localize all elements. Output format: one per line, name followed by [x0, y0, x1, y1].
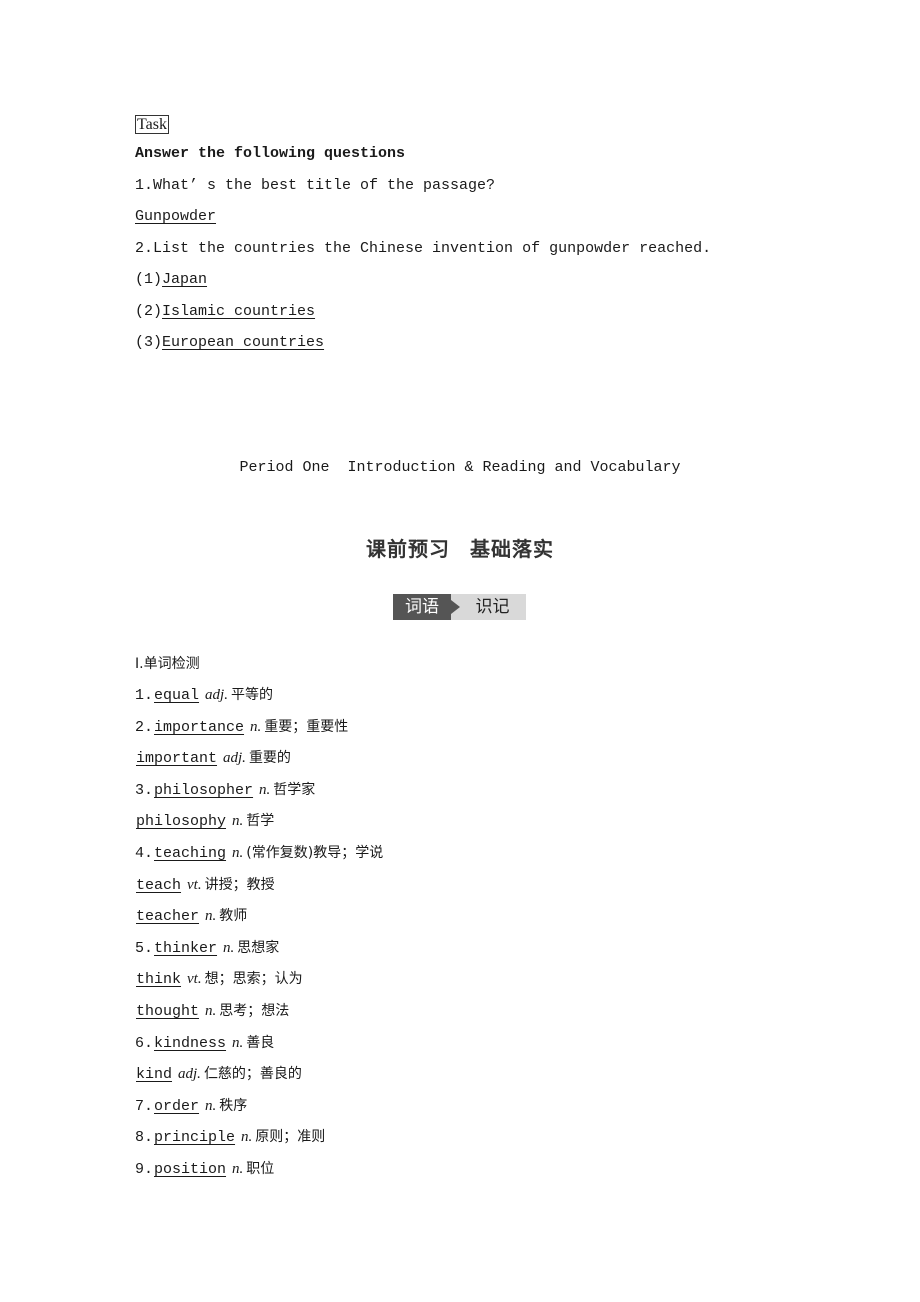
vocab-pos: adj. [205, 687, 228, 703]
vocab-pos: n. [232, 813, 244, 829]
vocab-number: 8. [135, 1129, 154, 1146]
vocab-item: 5.thinker n. 思想家 [135, 938, 279, 959]
vocab-meaning: 思考；想法 [219, 1003, 290, 1019]
vocab-number: 1. [135, 687, 154, 704]
vocab-number: 6. [135, 1035, 154, 1052]
vocab-heading: Ⅰ.单词检测 [135, 656, 200, 672]
answer-2-value: European countries [162, 334, 325, 351]
vocab-badge: 词语 识记 [393, 594, 526, 620]
vocab-meaning: 原则；准则 [255, 1129, 326, 1145]
vocab-item: kind adj. 仁慈的；善良的 [135, 1064, 302, 1085]
vocab-item: 9.position n. 职位 [135, 1159, 274, 1180]
badge-right: 识记 [451, 594, 526, 620]
vocab-item: teacher n. 教师 [135, 906, 247, 927]
vocab-number: 5. [135, 940, 154, 957]
vocab-pos: n. [232, 1035, 244, 1051]
vocab-pos: n. [232, 1161, 244, 1177]
vocab-pos: n. [205, 1003, 217, 1019]
vocab-meaning: 教师 [219, 908, 248, 924]
vocab-item: philosophy n. 哲学 [135, 811, 274, 832]
vocab-item: 7.order n. 秩序 [135, 1096, 247, 1117]
vocab-word: thought [136, 1003, 200, 1020]
task-label-line: Task [135, 115, 169, 136]
vocab-word: principle [154, 1129, 236, 1146]
period-title: Period One Introduction & Reading and Vo… [239, 459, 681, 476]
answer-2-number: (3) [135, 334, 163, 351]
vocab-item: teach vt. 讲授；教授 [135, 875, 275, 896]
vocab-item: think vt. 想；思索；认为 [135, 969, 303, 990]
answer-2-number: (1) [135, 271, 163, 288]
answer-2-item: (2)Islamic countries [135, 302, 315, 322]
answer-2-value: Islamic countries [162, 303, 316, 320]
vocab-word: philosopher [154, 782, 254, 799]
vocab-pos: n. [241, 1129, 253, 1145]
vocab-meaning: 想；思索；认为 [204, 971, 303, 987]
vocab-meaning: 善良 [246, 1035, 275, 1051]
vocab-pos: adj. [223, 750, 246, 766]
section-title: 课前预习 基础落实 [0, 533, 920, 562]
answer-1-line: Gunpowder [135, 207, 216, 227]
vocab-meaning: 平等的 [230, 687, 273, 703]
badge-left: 词语 [393, 594, 451, 620]
question-2: 2.List the countries the Chinese inventi… [135, 240, 712, 257]
vocab-word: equal [154, 687, 200, 704]
vocab-meaning: 哲学家 [273, 782, 316, 798]
vocab-meaning: 职位 [246, 1161, 275, 1177]
task-heading: Answer the following questions [135, 145, 406, 162]
vocab-pos: n. [232, 845, 244, 861]
vocab-word: philosophy [136, 813, 227, 830]
vocab-item: thought n. 思考；想法 [135, 1001, 289, 1022]
vocab-meaning: 秩序 [219, 1098, 248, 1114]
vocab-word: teaching [154, 845, 227, 862]
answer-1: Gunpowder [135, 208, 217, 225]
vocab-word: kind [136, 1066, 173, 1083]
vocab-meaning: 仁慈的；善良的 [203, 1066, 302, 1082]
vocab-word: think [136, 971, 182, 988]
section-title-right: 基础落实 [470, 537, 554, 561]
vocab-meaning: 讲授；教授 [204, 877, 275, 893]
vocab-item: 8.principle n. 原则；准则 [135, 1127, 325, 1148]
vocab-pos: n. [259, 782, 271, 798]
vocab-meaning: (常作复数)教导；学说 [246, 845, 384, 861]
vocab-number: 2. [135, 719, 154, 736]
vocab-word: important [136, 750, 218, 767]
vocab-word: position [154, 1161, 227, 1178]
section-title-left: 课前预习 [366, 537, 450, 561]
vocab-meaning: 哲学 [246, 813, 275, 829]
question-1: 1.What’ s the best title of the passage? [135, 177, 496, 194]
vocab-item: important adj. 重要的 [135, 748, 291, 769]
answer-2-value: Japan [162, 271, 208, 288]
vocab-item: 6.kindness n. 善良 [135, 1033, 274, 1054]
vocab-number: 7. [135, 1098, 154, 1115]
vocab-item: 1.equal adj. 平等的 [135, 685, 273, 706]
vocab-item: 2.importance n. 重要；重要性 [135, 717, 348, 738]
vocab-meaning: 重要的 [248, 750, 291, 766]
vocab-item: 3.philosopher n. 哲学家 [135, 780, 315, 801]
vocab-pos: adj. [178, 1066, 201, 1082]
vocab-pos: vt. [187, 877, 202, 893]
vocab-word: order [154, 1098, 200, 1115]
vocab-number: 9. [135, 1161, 154, 1178]
vocab-meaning: 重要；重要性 [264, 719, 349, 735]
vocab-item: 4.teaching n. (常作复数)教导；学说 [135, 843, 383, 864]
vocab-pos: n. [205, 1098, 217, 1114]
arrow-right-icon [451, 600, 460, 614]
vocab-pos: vt. [187, 971, 202, 987]
answer-2-item: (3)European countries [135, 333, 324, 353]
answer-2-number: (2) [135, 303, 163, 320]
vocab-pos: n. [223, 940, 235, 956]
answer-2-item: (1)Japan [135, 270, 207, 290]
vocab-pos: n. [250, 719, 262, 735]
vocab-pos: n. [205, 908, 217, 924]
vocab-number: 3. [135, 782, 154, 799]
vocab-meaning: 思想家 [237, 940, 280, 956]
vocab-word: teach [136, 877, 182, 894]
vocab-word: thinker [154, 940, 218, 957]
vocab-word: importance [154, 719, 245, 736]
task-label: Task [135, 115, 169, 134]
vocab-word: teacher [136, 908, 200, 925]
vocab-word: kindness [154, 1035, 227, 1052]
vocab-number: 4. [135, 845, 154, 862]
